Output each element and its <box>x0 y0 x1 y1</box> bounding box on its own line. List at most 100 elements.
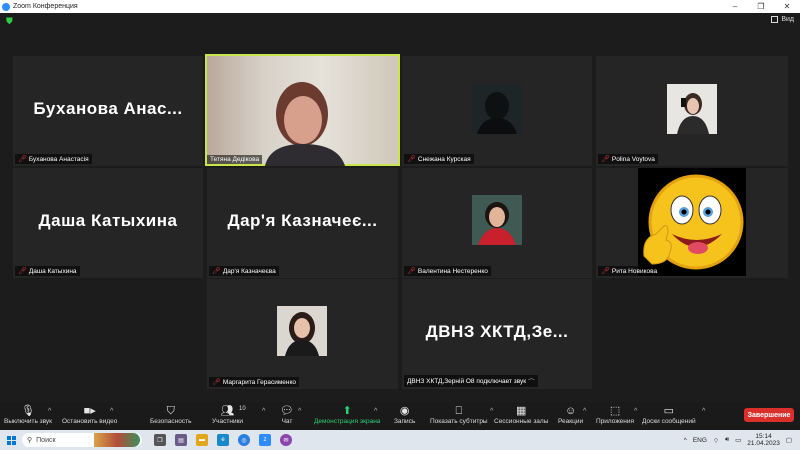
maximize-button[interactable]: ❐ <box>748 2 774 11</box>
name-tag: 🎤︎ Снежана Курская <box>404 154 474 164</box>
show-captions-button[interactable]: ⎕ Показать субтитры <box>430 404 488 425</box>
chat-icon: 💬︎ <box>280 405 294 417</box>
share-options-caret[interactable]: ^ <box>374 408 377 415</box>
apps-button[interactable]: ⬚ Приложения <box>596 404 634 425</box>
search-highlight-image <box>94 433 140 447</box>
chat-label: Чат <box>281 418 293 425</box>
apps-label: Приложения <box>596 418 635 425</box>
smiley-plus-icon: ☺ <box>564 405 577 417</box>
share-screen-label: Демонстрация экрана <box>314 418 381 425</box>
widgets-icon[interactable]: ▤ <box>175 434 187 446</box>
participant-display-name: Даша Катыхина <box>38 211 178 230</box>
network-icon[interactable]: ⌔ <box>713 436 719 445</box>
participant-name: Валентина Нестеренко <box>417 267 488 275</box>
participant-display-name: Дар'я Казначеє... <box>227 211 378 230</box>
reactions-button[interactable]: ☺ Реакции <box>558 404 583 425</box>
chat-options-caret[interactable]: ^ <box>298 408 301 415</box>
record-button[interactable]: ◉ Запись <box>394 404 415 425</box>
muted-mic-icon: 🎤︎ <box>212 379 221 386</box>
security-shield-icon[interactable]: ⛊ <box>6 17 14 26</box>
minimize-button[interactable]: – <box>722 2 748 11</box>
reactions-options-caret[interactable]: ^ <box>583 408 586 415</box>
participant-name: Дар'я Казначеєва <box>222 267 276 275</box>
participants-label: Участники <box>212 418 244 425</box>
volume-icon[interactable]: 🔊︎ <box>725 436 729 444</box>
muted-mic-icon: 🎤︎ <box>601 268 610 275</box>
stop-video-label: Остановить видео <box>62 418 118 425</box>
muted-mic-icon: 🎤︎ <box>212 268 221 275</box>
participants-icon: 👥︎ <box>220 405 235 417</box>
language-indicator[interactable]: ENG <box>693 437 707 444</box>
participant-display-name: Буханова Анас... <box>33 99 183 118</box>
participant-tile[interactable]: ДВНЗ ХКТД,Зе... ДВНЗ ХКТД,Зерній О8 подк… <box>402 279 592 389</box>
clock[interactable]: 15:14 21.04.2023 <box>747 433 780 447</box>
chrome-icon[interactable]: ◎ <box>238 434 250 446</box>
file-explorer-icon[interactable]: ▬ <box>196 434 208 446</box>
whiteboards-button[interactable]: ▭ Доски сообщений <box>642 404 696 425</box>
participant-tile[interactable]: 🎤︎ Снежана Курская <box>402 56 592 166</box>
messenger-icon[interactable]: ✉ <box>280 434 292 446</box>
end-meeting-button[interactable]: Завершение <box>744 408 794 422</box>
task-view-icon[interactable]: ❐ <box>154 434 166 446</box>
breakout-rooms-button[interactable]: ▦ Сессионные залы <box>494 404 548 425</box>
start-button[interactable] <box>0 435 22 445</box>
shield-icon: ⛉ <box>166 405 175 417</box>
search-icon: ⚲ <box>27 437 33 444</box>
participant-name: ДВНЗ ХКТД,Зерній О8 подключает звук <box>407 377 527 385</box>
apps-options-caret[interactable]: ^ <box>634 408 637 415</box>
muted-mic-icon: 🎤︎ <box>407 156 416 163</box>
name-tag: ДВНЗ ХКТД,Зерній О8 подключает звук ⌒ <box>404 375 538 387</box>
captions-options-caret[interactable]: ^ <box>490 408 493 415</box>
reactions-label: Реакции <box>558 418 584 425</box>
participant-tile[interactable]: 🎤︎ Polina Voytova <box>596 56 788 166</box>
name-tag: 🎤︎ Дар'я Казначеєва <box>209 266 279 276</box>
video-options-caret[interactable]: ^ <box>110 408 113 415</box>
name-tag: 🎤︎ Буханова Анастасія <box>15 154 92 164</box>
zoom-logo-icon <box>2 2 10 11</box>
participant-avatar <box>472 84 522 134</box>
chat-button[interactable]: 💬︎ Чат <box>280 404 294 425</box>
participant-tile[interactable]: 🎤︎ Рита Новикова <box>596 168 788 278</box>
grid-icon <box>771 16 779 23</box>
battery-icon[interactable]: ▭ <box>735 436 741 444</box>
participant-avatar <box>472 195 522 245</box>
participant-name: Маргарита Герасименко <box>222 378 297 386</box>
notifications-icon[interactable]: ▢ <box>786 436 792 444</box>
name-tag: 🎤︎ Polina Voytova <box>598 154 658 164</box>
meeting-toolbar: 🎙︎ Выключить звук ^ ■▸ Остановить видео … <box>0 402 800 430</box>
participant-tile-active-speaker[interactable]: Тетяна Дедікова <box>205 54 400 166</box>
participant-tile[interactable]: Дар'я Казначеє... 🎤︎ Дар'я Казначеєва <box>207 168 398 278</box>
participant-name: Тетяна Дедікова <box>210 156 260 163</box>
participant-tile[interactable]: Даша Катыхина 🎤︎ Даша Катыхина <box>13 168 203 278</box>
mute-button[interactable]: 🎙︎ Выключить звук <box>4 404 52 425</box>
participants-count: 10 <box>239 406 246 412</box>
close-button[interactable]: ✕ <box>774 2 800 11</box>
share-screen-button[interactable]: ⬆ Демонстрация экрана <box>314 404 380 425</box>
whiteboard-options-caret[interactable]: ^ <box>702 408 705 415</box>
captions-icon: ⎕ <box>455 405 463 417</box>
windows-taskbar: ⚲ Поиск ❐ ▤ ▬ e ◎ z ✉ ^ ENG ⌔ 🔊︎ ▭ 15:14… <box>0 430 800 450</box>
audio-options-caret[interactable]: ^ <box>48 408 51 415</box>
participant-display-name: ДВНЗ ХКТД,Зе... <box>425 322 569 341</box>
breakout-rooms-icon: ▦ <box>515 405 527 417</box>
security-button[interactable]: ⛉ Безопасность <box>150 404 191 425</box>
window-title: Zoom Конференция <box>13 3 78 10</box>
microphone-icon: 🎙︎ <box>21 405 35 417</box>
record-label: Запись <box>394 418 416 425</box>
name-tag: 🎤︎ Валентина Нестеренко <box>404 266 491 276</box>
view-button[interactable]: Вид <box>771 16 794 23</box>
muted-mic-icon: 🎤︎ <box>18 268 27 275</box>
participant-tile[interactable]: Буханова Анас... 🎤︎ Буханова Анастасія <box>13 56 203 166</box>
zoom-app-icon[interactable]: z <box>259 434 271 446</box>
edge-icon[interactable]: e <box>217 434 229 446</box>
participant-tile[interactable]: 🎤︎ Маргарита Герасименко <box>207 279 398 389</box>
tray-overflow-icon[interactable]: ^ <box>684 437 687 444</box>
muted-mic-icon: 🎤︎ <box>601 156 610 163</box>
emoji-avatar <box>638 168 746 276</box>
participant-tile[interactable]: 🎤︎ Валентина Нестеренко <box>402 168 592 278</box>
show-captions-label: Показать субтитры <box>430 418 488 425</box>
participant-name: Буханова Анастасія <box>28 155 89 163</box>
participant-name: Polina Voytova <box>611 155 655 163</box>
windows-logo-icon <box>6 435 16 445</box>
participants-options-caret[interactable]: ^ <box>262 408 265 415</box>
